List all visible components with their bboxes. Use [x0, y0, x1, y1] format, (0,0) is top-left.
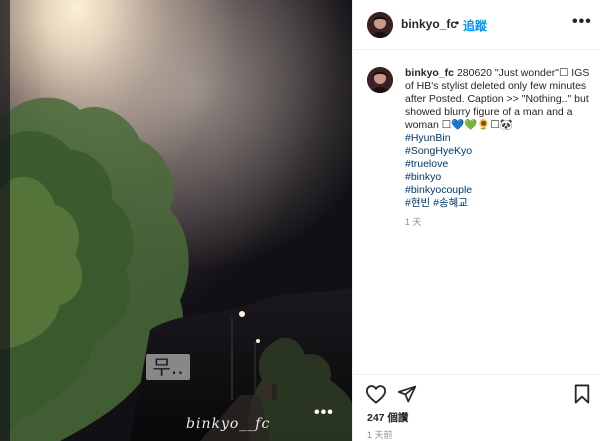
post-side-panel: binkyo_fc • 追蹤 ••• binkyo_fc 280620 "Jus…	[352, 0, 600, 441]
heart-icon[interactable]	[365, 384, 387, 409]
hashtag-list: #HyunBin #SongHyeKyo #truelove #binkyo #…	[405, 132, 597, 210]
comment-body: binkyo_fc 280620 "Just wonder"☐ IGS of H…	[405, 67, 597, 229]
photo-watermark: binkyo__fc	[186, 416, 271, 432]
hashtag-link[interactable]: #binkyo	[405, 171, 597, 184]
hashtag-link[interactable]: #truelove	[405, 158, 597, 171]
avatar-image	[367, 67, 393, 93]
hashtag-link[interactable]: #HyunBin	[405, 132, 597, 145]
hashtag-link[interactable]: #현빈 #송혜교	[405, 197, 597, 210]
hashtag-link[interactable]: #binkyocouple	[405, 184, 597, 197]
comment-username-link[interactable]: binkyo_fc	[405, 67, 454, 79]
post-header: binkyo_fc • 追蹤 •••	[353, 0, 600, 50]
likes-count[interactable]: 247 個讚	[367, 410, 408, 425]
avatar[interactable]	[367, 12, 393, 38]
comment-timestamp: 1 天	[405, 217, 422, 227]
post-timestamp: 1 天前	[367, 430, 393, 440]
hashtag-link[interactable]: #SongHyeKyo	[405, 145, 597, 158]
post-photo[interactable]: 무.. binkyo__fc •••	[0, 0, 352, 441]
header-separator: •	[455, 16, 460, 30]
media-options-icon[interactable]: •••	[314, 404, 334, 422]
photo-overlay-text: 무..	[146, 354, 190, 380]
header-username-link[interactable]: binkyo_fc	[401, 17, 457, 31]
avatar[interactable]	[367, 67, 393, 93]
follow-button[interactable]: 追蹤	[463, 17, 487, 34]
instagram-post-window: 무.. binkyo__fc ••• binkyo_fc • 追蹤 ••• bi…	[0, 0, 600, 441]
paper-plane-icon[interactable]	[397, 384, 417, 409]
avatar-image	[367, 12, 393, 38]
ellipsis-icon[interactable]: •••	[572, 13, 592, 31]
bookmark-icon[interactable]	[573, 384, 591, 409]
post-actions: 247 個讚 1 天前	[353, 374, 600, 441]
